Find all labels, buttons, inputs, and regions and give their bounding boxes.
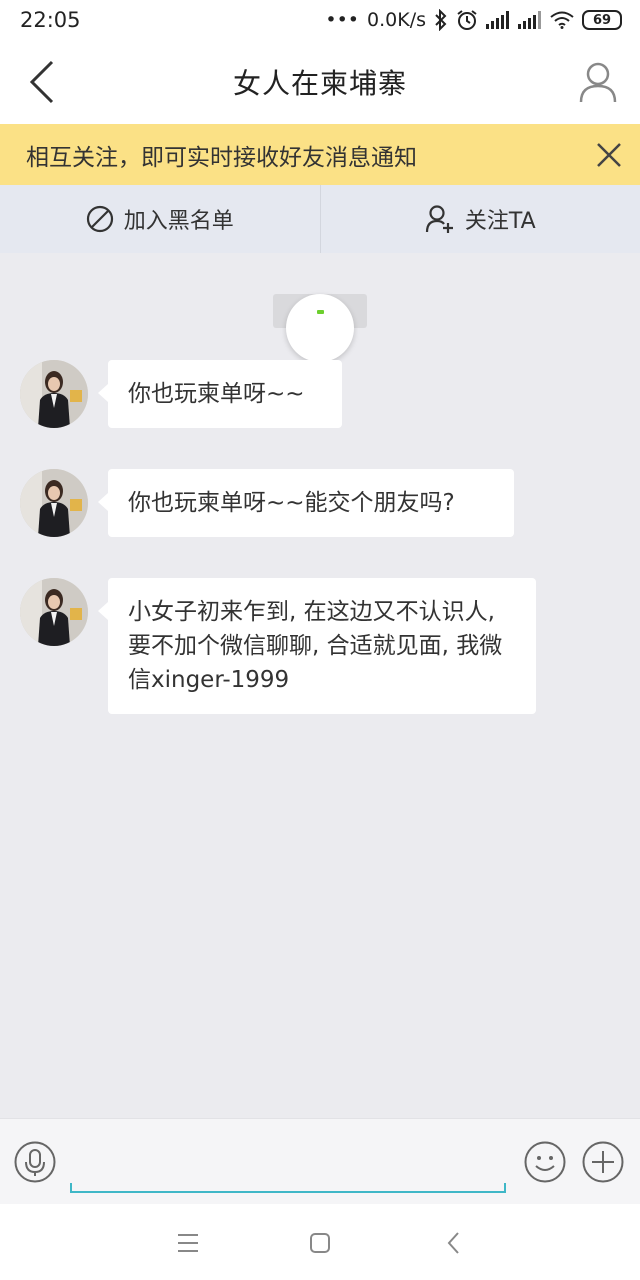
user-profile-icon[interactable]: [578, 60, 618, 104]
network-speed: 0.0K/s: [367, 9, 426, 31]
signal-icon-sim2: [518, 11, 541, 29]
more-options-plus-icon[interactable]: [582, 1141, 624, 1183]
battery-level: 69: [592, 12, 612, 28]
signal-icon-sim1: [486, 11, 509, 29]
blacklist-label: 加入黑名单: [123, 209, 234, 234]
follow-notice-banner: 相互关注，即可实时接收好友消息通知: [0, 124, 640, 185]
notice-text: 相互关注，即可实时接收好友消息通知: [26, 144, 417, 171]
avatar-photo: [20, 469, 88, 537]
bluetooth-icon: [435, 9, 447, 31]
page-title: 女人在柬埔寨: [232, 67, 407, 100]
avatar-photo: [20, 578, 88, 646]
close-icon[interactable]: [594, 140, 624, 170]
status-icons: ••• 0.0K/s 69: [325, 9, 622, 31]
avatar[interactable]: [20, 469, 88, 537]
chat-header: 女人在柬埔寨: [0, 40, 640, 124]
status-time: 22:05: [20, 8, 81, 32]
voice-input-icon[interactable]: [14, 1141, 56, 1183]
follow-label: 关注TA: [464, 209, 536, 234]
avatar[interactable]: [20, 578, 88, 646]
add-to-blacklist-button[interactable]: 加入黑名单: [0, 185, 320, 253]
message-input-bar: [0, 1118, 640, 1204]
menu-icon[interactable]: [175, 1230, 201, 1256]
block-icon: [86, 205, 113, 233]
home-icon[interactable]: [307, 1230, 333, 1256]
loading-spinner-mark: [317, 310, 324, 314]
system-navigation-bar: [0, 1204, 640, 1280]
wifi-icon: [550, 11, 574, 29]
message-input-underline: [70, 1183, 506, 1193]
action-bar: 加入黑名单 关注TA: [0, 185, 640, 253]
battery-icon: 69: [582, 10, 622, 30]
nav-back-icon[interactable]: [441, 1230, 467, 1256]
back-icon[interactable]: [22, 58, 62, 106]
emoji-icon[interactable]: [524, 1141, 566, 1183]
loading-spinner: [286, 294, 354, 362]
add-user-icon: [425, 205, 453, 233]
message-bubble: 你也玩柬单呀~~: [98, 360, 342, 428]
avatar[interactable]: [20, 360, 88, 428]
message-bubble: 你也玩柬单呀~~能交个朋友吗?: [98, 469, 514, 537]
avatar-photo: [20, 360, 88, 428]
alarm-icon: [457, 10, 477, 30]
more-dots-icon: •••: [325, 9, 360, 31]
message-bubble: 小女子初来乍到, 在这边又不认识人, 要不加个微信聊聊, 合适就见面, 我微信x…: [98, 578, 536, 714]
status-bar: 22:05 ••• 0.0K/s 69: [0, 0, 640, 40]
follow-button[interactable]: 关注TA: [319, 185, 640, 253]
